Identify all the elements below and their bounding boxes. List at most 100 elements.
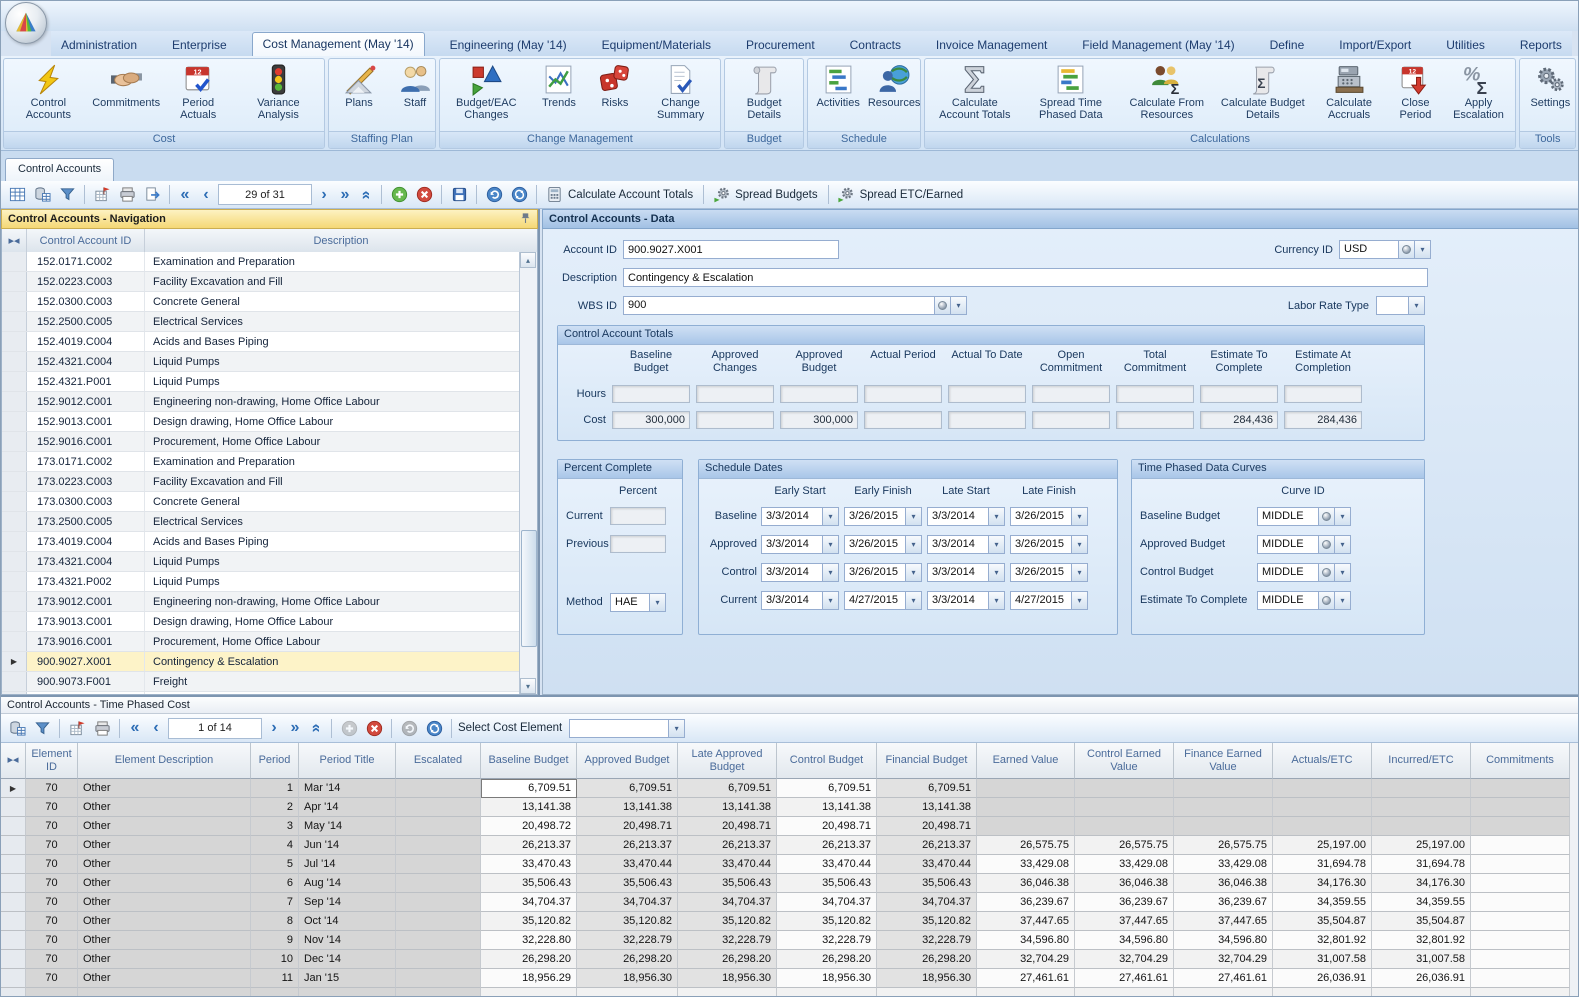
save-button[interactable]	[448, 184, 470, 206]
ribbon-item-calculate-account-totals[interactable]: Calculate Account Totals	[930, 62, 1020, 123]
data-view-icon[interactable]	[6, 717, 28, 739]
cell-control-budget[interactable]: 35,506.43	[777, 874, 877, 893]
curve-value[interactable]: MIDDLE	[1257, 507, 1319, 526]
previous-record-button[interactable]: ‹	[197, 184, 215, 206]
wbs-id-value[interactable]: 900	[623, 296, 935, 315]
nav-row-173.2500.C005[interactable]: 173.2500.C005Electrical Services	[2, 512, 537, 532]
schedule-approved-early-start[interactable]: 3/3/2014▾	[761, 535, 839, 554]
cell-incurred-etc[interactable]: 31,694.78	[1372, 855, 1471, 874]
ribbon-item-settings[interactable]: Settings	[1525, 62, 1575, 110]
cell-incurred-etc[interactable]	[1372, 798, 1471, 817]
cell-incurred-etc[interactable]: 32,801.92	[1372, 931, 1471, 950]
cell-control-budget[interactable]: 13,141.38	[777, 798, 877, 817]
cell-period-title[interactable]: Jul '14	[299, 855, 396, 874]
ribbon-item-staff[interactable]: Staff	[390, 62, 436, 110]
date-value[interactable]: 3/3/2014	[761, 563, 823, 582]
last-record-button[interactable]: »	[286, 717, 304, 739]
cell-control-budget[interactable]: 35,120.82	[777, 912, 877, 931]
menu-tab-contracts[interactable]: Contracts	[840, 34, 911, 56]
cell-financial-budget[interactable]: 26,298.20	[877, 950, 977, 969]
cell-escalated[interactable]	[396, 874, 481, 893]
menu-tab-define[interactable]: Define	[1260, 34, 1315, 56]
ribbon-item-trends[interactable]: Trends	[534, 62, 584, 110]
nav-row-152.9013.C001[interactable]: 152.9013.C001Design drawing, Home Office…	[2, 412, 537, 432]
totals-hours-actual-period[interactable]	[864, 385, 942, 403]
cell-baseline-budget[interactable]: 34,704.37	[481, 893, 577, 912]
curve-value[interactable]: MIDDLE	[1257, 591, 1319, 610]
cell-approved-budget[interactable]: 26,213.37	[577, 836, 678, 855]
cell-escalated[interactable]	[396, 855, 481, 874]
cell-element-description[interactable]: Other	[78, 817, 251, 836]
wbs-lookup-icon[interactable]	[935, 296, 951, 315]
cell-finance-earned-value[interactable]: 27,461.61	[1174, 969, 1273, 988]
cell-period[interactable]: 2	[251, 798, 299, 817]
ribbon-item-risks[interactable]: Risks	[590, 62, 640, 110]
cell-approved-budget[interactable]: 34,704.37	[577, 893, 678, 912]
column-header-period-title[interactable]: Period Title	[299, 743, 396, 779]
delete-record-button[interactable]	[363, 717, 385, 739]
cell-late-approved-budget[interactable]: 6,709.51	[678, 779, 777, 798]
date-value[interactable]: 4/27/2015	[1010, 591, 1072, 610]
curve-dropdown-icon[interactable]: ▾	[1335, 591, 1351, 610]
spread-budgets-button[interactable]: Spread Budgets	[735, 189, 821, 201]
cell-approved-budget[interactable]: 35,120.82	[577, 912, 678, 931]
menu-tab-import-export[interactable]: Import/Export	[1329, 34, 1421, 56]
currency-dropdown-icon[interactable]: ▾	[1415, 240, 1431, 259]
cell-element-id[interactable]: 70	[26, 836, 78, 855]
cell-earned-value[interactable]	[977, 798, 1075, 817]
menu-tab-equipment-materials[interactable]: Equipment/Materials	[592, 34, 721, 56]
cell-escalated[interactable]	[396, 912, 481, 931]
cell-period[interactable]: 7	[251, 893, 299, 912]
totals-hours-estimate-to-complete[interactable]	[1200, 385, 1278, 403]
cell-period-title[interactable]: Mar '14	[299, 779, 396, 798]
next-record-button[interactable]: ›	[265, 717, 283, 739]
labor-rate-type-value[interactable]	[1376, 296, 1409, 315]
cell-control-earned-value[interactable]: 34,596.80	[1075, 931, 1174, 950]
refresh-button[interactable]	[423, 717, 445, 739]
cell-commitments[interactable]	[1471, 893, 1570, 912]
date-value[interactable]: 3/26/2015	[1010, 535, 1072, 554]
cell-control-earned-value[interactable]: 32,704.29	[1075, 950, 1174, 969]
cell-baseline-budget[interactable]: 35,120.82	[481, 912, 577, 931]
menu-tab-invoice-management[interactable]: Invoice Management	[926, 34, 1057, 56]
nav-row-152.9016.C001[interactable]: 152.9016.C001Procurement, Home Office La…	[2, 432, 537, 452]
scroll-down-icon[interactable]: ▾	[520, 678, 536, 694]
cell-element-id[interactable]: 70	[26, 874, 78, 893]
cell-control-earned-value[interactable]: 33,429.08	[1075, 855, 1174, 874]
ribbon-item-change-summary[interactable]: Change Summary	[646, 62, 715, 123]
schedule-baseline-early-start[interactable]: 3/3/2014▾	[761, 507, 839, 526]
cell-baseline-budget[interactable]: 26,213.37	[481, 836, 577, 855]
cell-escalated[interactable]	[396, 931, 481, 950]
totals-hours-approved-changes[interactable]	[696, 385, 774, 403]
cell-control-budget[interactable]: 33,470.44	[777, 855, 877, 874]
ribbon-item-activities[interactable]: Activities	[813, 62, 863, 110]
nav-row-173.9012.C001[interactable]: 173.9012.C001Engineering non-drawing, Ho…	[2, 592, 537, 612]
cell-escalated[interactable]	[396, 893, 481, 912]
cell-finance-earned-value[interactable]	[1174, 798, 1273, 817]
labor-rate-dropdown-icon[interactable]: ▾	[1409, 296, 1425, 315]
cell-element-description[interactable]: Other	[78, 874, 251, 893]
currency-id-value[interactable]: USD	[1339, 240, 1399, 259]
cell-earned-value[interactable]	[977, 817, 1075, 836]
first-record-button[interactable]: «	[176, 184, 194, 206]
cell-escalated[interactable]	[396, 950, 481, 969]
date-dropdown-icon[interactable]: ▾	[906, 563, 922, 582]
cell-earned-value[interactable]: 33,429.08	[977, 855, 1075, 874]
cell-element-description[interactable]: Other	[78, 931, 251, 950]
nav-row-173.0223.C003[interactable]: 173.0223.C003Facility Excavation and Fil…	[2, 472, 537, 492]
column-header-approved-budget[interactable]: Approved Budget	[577, 743, 678, 779]
ribbon-item-calculate-budget-details[interactable]: ΣCalculate Budget Details	[1218, 62, 1308, 123]
calculate-account-totals-button[interactable]: Calculate Account Totals	[568, 189, 697, 201]
cell-escalated[interactable]	[396, 798, 481, 817]
date-dropdown-icon[interactable]: ▾	[989, 591, 1005, 610]
cell-element-id[interactable]: 70	[26, 969, 78, 988]
schedule-current-early-finish[interactable]: 4/27/2015▾	[844, 591, 922, 610]
cell-period-title[interactable]: Nov '14	[299, 931, 396, 950]
totals-hours-total-commitment[interactable]	[1116, 385, 1194, 403]
export-icon[interactable]	[141, 184, 163, 206]
date-dropdown-icon[interactable]: ▾	[906, 535, 922, 554]
cell-control-earned-value[interactable]	[1075, 817, 1174, 836]
nav-row-173.9016.C001[interactable]: 173.9016.C001Procurement, Home Office La…	[2, 632, 537, 652]
print-icon[interactable]	[91, 717, 113, 739]
cell-incurred-etc[interactable]: 31,007.58	[1372, 950, 1471, 969]
